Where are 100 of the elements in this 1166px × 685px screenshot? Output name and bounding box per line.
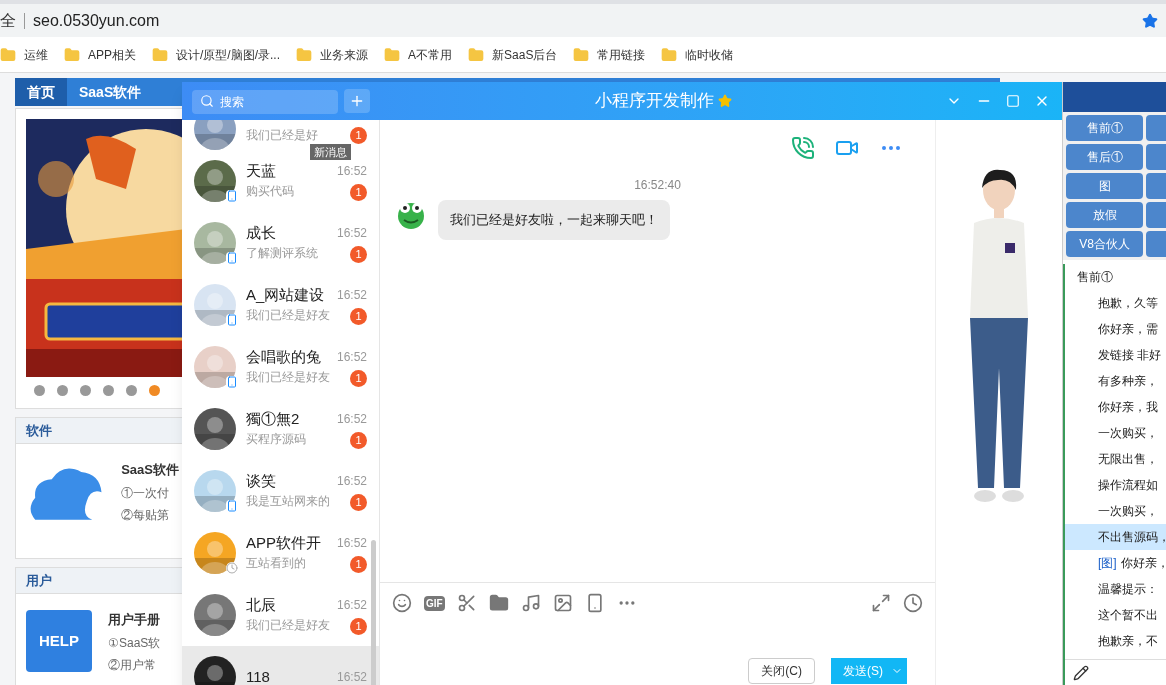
- close-button[interactable]: 关闭(C): [748, 658, 815, 684]
- url-text[interactable]: seo.0530yun.com: [33, 8, 160, 33]
- folder-icon: [296, 46, 313, 63]
- music-icon[interactable]: [520, 593, 541, 613]
- reply-group[interactable]: 售前①: [1065, 264, 1166, 290]
- folder-icon: [64, 46, 80, 63]
- contact-preview: 购买代码: [246, 183, 295, 200]
- image-icon[interactable]: [552, 593, 573, 613]
- contact-name: 成长: [246, 223, 277, 243]
- contact-time: 16:52: [336, 534, 367, 552]
- folder-icon: [661, 46, 678, 63]
- folder-icon: [384, 46, 401, 63]
- reply-item[interactable]: 你好亲，我: [1065, 394, 1166, 420]
- bookmark-star-icon[interactable]: [1142, 12, 1158, 29]
- reply-item[interactable]: 抱歉亲，不: [1065, 628, 1166, 654]
- folder-icon: [573, 46, 590, 63]
- folder-icon: [152, 46, 168, 63]
- reply-item[interactable]: 这个暂不出: [1065, 602, 1166, 628]
- reply-item[interactable]: 无限出售，: [1065, 446, 1166, 472]
- maximize-icon[interactable]: [1006, 94, 1020, 108]
- folder-icon: [0, 46, 16, 63]
- reply-item[interactable]: 一次购买，: [1065, 498, 1166, 524]
- bookmark-item[interactable]: 设计/原型/脑图/录...: [152, 45, 281, 64]
- frog-avatar-icon: [396, 200, 426, 230]
- message-time: 16:52:40: [633, 177, 682, 194]
- contact-preview: 我是互站网来的: [246, 493, 327, 510]
- reply-item[interactable]: 操作流程如: [1065, 472, 1166, 498]
- item-title: SaaS软件: [121, 461, 179, 479]
- category-button[interactable]: 图: [1066, 173, 1143, 199]
- reply-item[interactable]: 温馨提示：: [1065, 576, 1166, 602]
- unread-badge: 1: [350, 493, 367, 511]
- contact-time: 16:52: [336, 410, 367, 428]
- item-line: ①SaaS软: [108, 634, 161, 652]
- reply-item[interactable]: 抱歉，久等: [1065, 290, 1166, 316]
- contact-time: 16:52: [336, 224, 367, 242]
- scissors-icon[interactable]: [456, 593, 477, 613]
- contact-preview: 了解测评系统: [246, 245, 319, 262]
- gif-button[interactable]: GIF: [424, 595, 445, 611]
- contact-time: 16:52: [336, 669, 367, 685]
- bookmark-item[interactable]: A不常用: [384, 45, 453, 64]
- contact-preview: 互站看到的: [246, 555, 307, 572]
- help-book-icon: HELP: [26, 610, 92, 672]
- category-button[interactable]: V8合伙人: [1066, 231, 1143, 257]
- bookmark-item[interactable]: APP相关: [64, 45, 136, 64]
- unread-badge: 1: [350, 307, 367, 325]
- bookmark-item[interactable]: 临时收储: [661, 45, 734, 64]
- contact-name: 北辰: [246, 595, 277, 615]
- category-button[interactable]: 放假: [1066, 202, 1143, 228]
- category-button[interactable]: 售后①: [1066, 144, 1143, 170]
- contact-name: APP软件开: [246, 533, 322, 553]
- contact-preview: 我们已经是好: [246, 127, 319, 144]
- add-button[interactable]: [344, 89, 370, 113]
- reply-item[interactable]: 你好亲，需: [1065, 316, 1166, 342]
- nav-tab[interactable]: SaaS软件: [67, 78, 154, 106]
- unread-badge: 1: [350, 617, 367, 635]
- security-label: 全: [0, 12, 25, 29]
- contact-name: 獨①無2: [246, 409, 301, 429]
- contact-name: 天蓝: [246, 161, 277, 181]
- bookmark-item[interactable]: 常用链接: [573, 45, 646, 64]
- item-line: ②用户常: [108, 656, 157, 674]
- image-tag: [图]: [1098, 554, 1117, 572]
- bookmark-item[interactable]: 运维: [0, 45, 48, 64]
- folder-icon[interactable]: [488, 593, 509, 613]
- unread-badge: 1: [350, 369, 367, 387]
- contact-name: 谈笑: [246, 471, 277, 491]
- reply-item[interactable]: 有多种亲，: [1065, 368, 1166, 394]
- tooltip: 新消息: [310, 144, 351, 160]
- edit-icon[interactable]: [1073, 664, 1089, 681]
- contact-name: 会唱歌的兔: [246, 347, 322, 367]
- emoji-icon[interactable]: [392, 593, 412, 613]
- bookmark-item[interactable]: 业务来源: [296, 45, 369, 64]
- reply-item[interactable]: 发链接 非好: [1065, 342, 1166, 368]
- unread-badge: 1: [350, 431, 367, 449]
- unread-badge: 1: [350, 183, 367, 201]
- reply-item[interactable]: 一次购买，: [1065, 420, 1166, 446]
- message-bubble: 我们已经是好友啦，一起来聊天吧！: [438, 200, 670, 240]
- expand-icon[interactable]: [871, 593, 891, 613]
- scrollbar[interactable]: [371, 540, 376, 685]
- contact-preview: 买程序源码: [246, 431, 307, 448]
- nav-tab[interactable]: 首页: [15, 78, 67, 106]
- contact-time: 16:52: [336, 162, 367, 180]
- category-button[interactable]: 售前①: [1066, 115, 1143, 141]
- contact-time: 16:52: [336, 472, 367, 490]
- unread-badge: 1: [350, 126, 367, 144]
- contact-time: 16:52: [336, 596, 367, 614]
- search-icon: [200, 93, 214, 108]
- contact-name: 118: [246, 667, 271, 685]
- unread-badge: 1: [350, 245, 367, 263]
- contact-time: 16:52: [336, 286, 367, 304]
- contact-item[interactable]: 118 16:52: [182, 646, 379, 685]
- reply-item[interactable]: [图] 你好亲，: [1065, 550, 1166, 576]
- plus-icon: [349, 93, 365, 109]
- star-icon: [717, 94, 732, 108]
- voice-call-icon[interactable]: [791, 136, 815, 160]
- history-icon[interactable]: [903, 593, 923, 613]
- item-title: 用户手册: [108, 611, 161, 629]
- reply-item[interactable]: 不出售源码，: [1065, 524, 1166, 550]
- unread-badge: 1: [350, 555, 367, 573]
- item-line: ②每贴第: [121, 506, 171, 524]
- bookmark-item[interactable]: 新SaaS后台: [468, 45, 558, 64]
